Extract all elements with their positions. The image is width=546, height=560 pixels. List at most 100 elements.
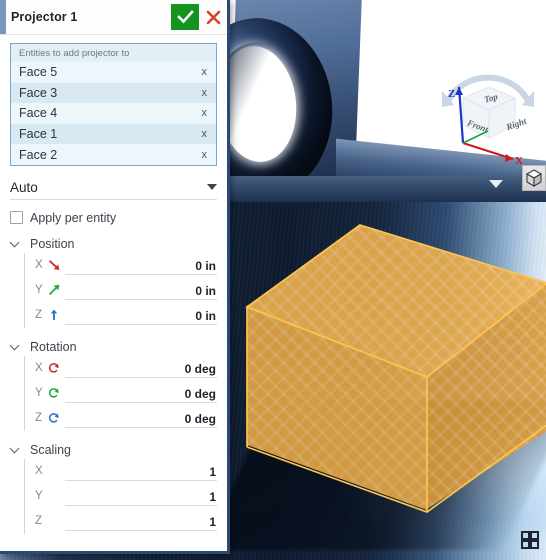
rotate-x-icon bbox=[48, 363, 59, 374]
field-axis-label: Z bbox=[35, 309, 43, 322]
field-rotation-z[interactable]: Z 0 deg bbox=[35, 406, 217, 431]
entity-row-label: Face 2 bbox=[19, 147, 58, 162]
dialog-body: Entities to add projector to Face 5 x Face… bbox=[0, 35, 227, 551]
chevron-down-icon[interactable] bbox=[10, 238, 21, 249]
field-position-y[interactable]: Y 0 in bbox=[35, 278, 217, 303]
section-scaling: Scaling X 1 Y 1 Z 1 bbox=[10, 443, 217, 534]
section-title: Scaling bbox=[30, 442, 71, 457]
field-axis-icon bbox=[48, 412, 61, 425]
section-title: Position bbox=[30, 236, 75, 251]
chevron-down-icon[interactable] bbox=[10, 444, 21, 455]
field-scaling-z[interactable]: Z1 bbox=[35, 509, 217, 534]
field-input[interactable]: 0 deg bbox=[65, 384, 217, 403]
entity-row[interactable]: Face 3 x bbox=[11, 82, 216, 104]
field-axis-label: Y bbox=[35, 387, 43, 400]
projector-cube[interactable] bbox=[245, 224, 546, 515]
fullscreen-corner-br bbox=[528, 538, 539, 549]
chevron-down-icon[interactable] bbox=[10, 341, 21, 352]
arrow-y-icon bbox=[48, 285, 60, 296]
entity-remove-button[interactable]: x bbox=[202, 107, 208, 119]
projector-dialog: Projector 1 Entities to add projector to… bbox=[0, 0, 230, 554]
entity-remove-button[interactable]: x bbox=[202, 87, 208, 99]
field-position-x[interactable]: X 0 in bbox=[35, 253, 217, 278]
entity-remove-button[interactable]: x bbox=[202, 128, 208, 140]
entity-remove-button[interactable]: x bbox=[202, 66, 208, 78]
entity-row-label: Face 4 bbox=[19, 106, 58, 121]
confirm-button[interactable] bbox=[171, 4, 199, 30]
check-icon bbox=[176, 10, 194, 24]
field-input[interactable]: 1 bbox=[65, 512, 217, 531]
entity-list-header: Entities to add projector to bbox=[11, 44, 216, 62]
field-axis-label: Z bbox=[35, 412, 43, 425]
dialog-left-strip bbox=[0, 0, 6, 34]
apply-per-entity-checkbox[interactable] bbox=[10, 211, 23, 225]
field-input[interactable]: 0 in bbox=[65, 306, 217, 325]
axis-label-z: Z bbox=[448, 88, 456, 100]
entity-row[interactable]: Face 4 x bbox=[11, 103, 216, 124]
field-value: 0 deg bbox=[184, 411, 216, 426]
section-header[interactable]: Rotation bbox=[10, 340, 217, 354]
field-value: 1 bbox=[209, 514, 216, 529]
arrow-x-icon bbox=[48, 260, 60, 271]
cube-view-button[interactable] bbox=[522, 165, 546, 191]
entity-rows: Face 5 x Face 3 x Face 4 x Face 1 x Face 2 x bbox=[11, 62, 216, 165]
cube-edges bbox=[245, 224, 546, 513]
field-axis-icon bbox=[48, 259, 61, 272]
field-input[interactable]: 0 deg bbox=[65, 359, 217, 378]
entity-row-label: Face 1 bbox=[19, 127, 58, 142]
field-value: 1 bbox=[209, 464, 216, 479]
entity-row-label: Face 3 bbox=[19, 85, 58, 100]
section-fields: X1Y1Z1 bbox=[24, 458, 217, 534]
dialog-titlebar: Projector 1 bbox=[0, 0, 227, 35]
entity-row[interactable]: Face 5 x bbox=[11, 62, 216, 83]
dialog-title-actions bbox=[171, 0, 227, 34]
field-input[interactable]: 0 in bbox=[65, 281, 217, 300]
rotate-z-icon bbox=[48, 413, 59, 424]
field-value: 1 bbox=[209, 489, 216, 504]
field-axis-label: X bbox=[35, 362, 43, 375]
entity-list[interactable]: Entities to add projector to Face 5 x Face… bbox=[10, 43, 217, 166]
apply-per-entity-label: Apply per entity bbox=[30, 210, 117, 225]
section-header[interactable]: Scaling bbox=[10, 443, 217, 457]
section-fields: X 0 in Y 0 in Z 0 in bbox=[24, 252, 217, 328]
field-input[interactable]: 1 bbox=[65, 487, 217, 506]
chevron-down-icon[interactable] bbox=[207, 184, 217, 191]
cancel-button[interactable] bbox=[199, 4, 227, 30]
field-input[interactable]: 1 bbox=[65, 462, 217, 481]
entity-row-label: Face 5 bbox=[19, 65, 58, 80]
field-value: 0 in bbox=[195, 308, 216, 323]
entity-row[interactable]: Face 1 x bbox=[11, 123, 216, 145]
field-input[interactable]: 0 in bbox=[65, 256, 217, 275]
field-value: 0 deg bbox=[184, 386, 216, 401]
entity-row[interactable]: Face 2 x bbox=[11, 144, 216, 165]
field-rotation-x[interactable]: X 0 deg bbox=[35, 356, 217, 381]
field-scaling-y[interactable]: Y1 bbox=[35, 484, 217, 509]
arrow-z-icon bbox=[50, 310, 58, 321]
field-axis-icon bbox=[48, 465, 61, 478]
section-fields: X 0 deg Y 0 deg Z 0 deg bbox=[24, 355, 217, 431]
field-axis-label: Z bbox=[35, 515, 43, 528]
field-scaling-x[interactable]: X1 bbox=[35, 459, 217, 484]
field-axis-label: Y bbox=[35, 284, 43, 297]
view-dropdown-triangle-icon[interactable] bbox=[489, 180, 503, 188]
field-position-z[interactable]: Z 0 in bbox=[35, 303, 217, 328]
field-axis-icon bbox=[48, 362, 61, 375]
field-axis-label: X bbox=[35, 259, 43, 272]
mode-dropdown[interactable]: Auto bbox=[10, 180, 217, 200]
field-axis-icon bbox=[48, 490, 61, 503]
entity-remove-button[interactable]: x bbox=[202, 149, 208, 161]
close-icon bbox=[206, 10, 220, 24]
apply-per-entity-row[interactable]: Apply per entity bbox=[10, 211, 217, 225]
section-header[interactable]: Position bbox=[10, 237, 217, 251]
field-value: 0 in bbox=[195, 258, 216, 273]
field-axis-icon bbox=[48, 284, 61, 297]
field-rotation-y[interactable]: Y 0 deg bbox=[35, 381, 217, 406]
mode-dropdown-value: Auto bbox=[10, 179, 38, 195]
section-position: Position X 0 in Y 0 in Z 0 in bbox=[10, 237, 217, 328]
field-axis-label: Y bbox=[35, 490, 43, 503]
field-value: 0 deg bbox=[184, 361, 216, 376]
fullscreen-icon[interactable] bbox=[521, 531, 539, 549]
section-rotation: Rotation X 0 deg Y 0 deg Z 0 deg bbox=[10, 340, 217, 431]
transform-sections: Position X 0 in Y 0 in Z 0 in Rotation X 0 deg Y 0 … bbox=[10, 237, 217, 534]
field-input[interactable]: 0 deg bbox=[65, 409, 217, 428]
